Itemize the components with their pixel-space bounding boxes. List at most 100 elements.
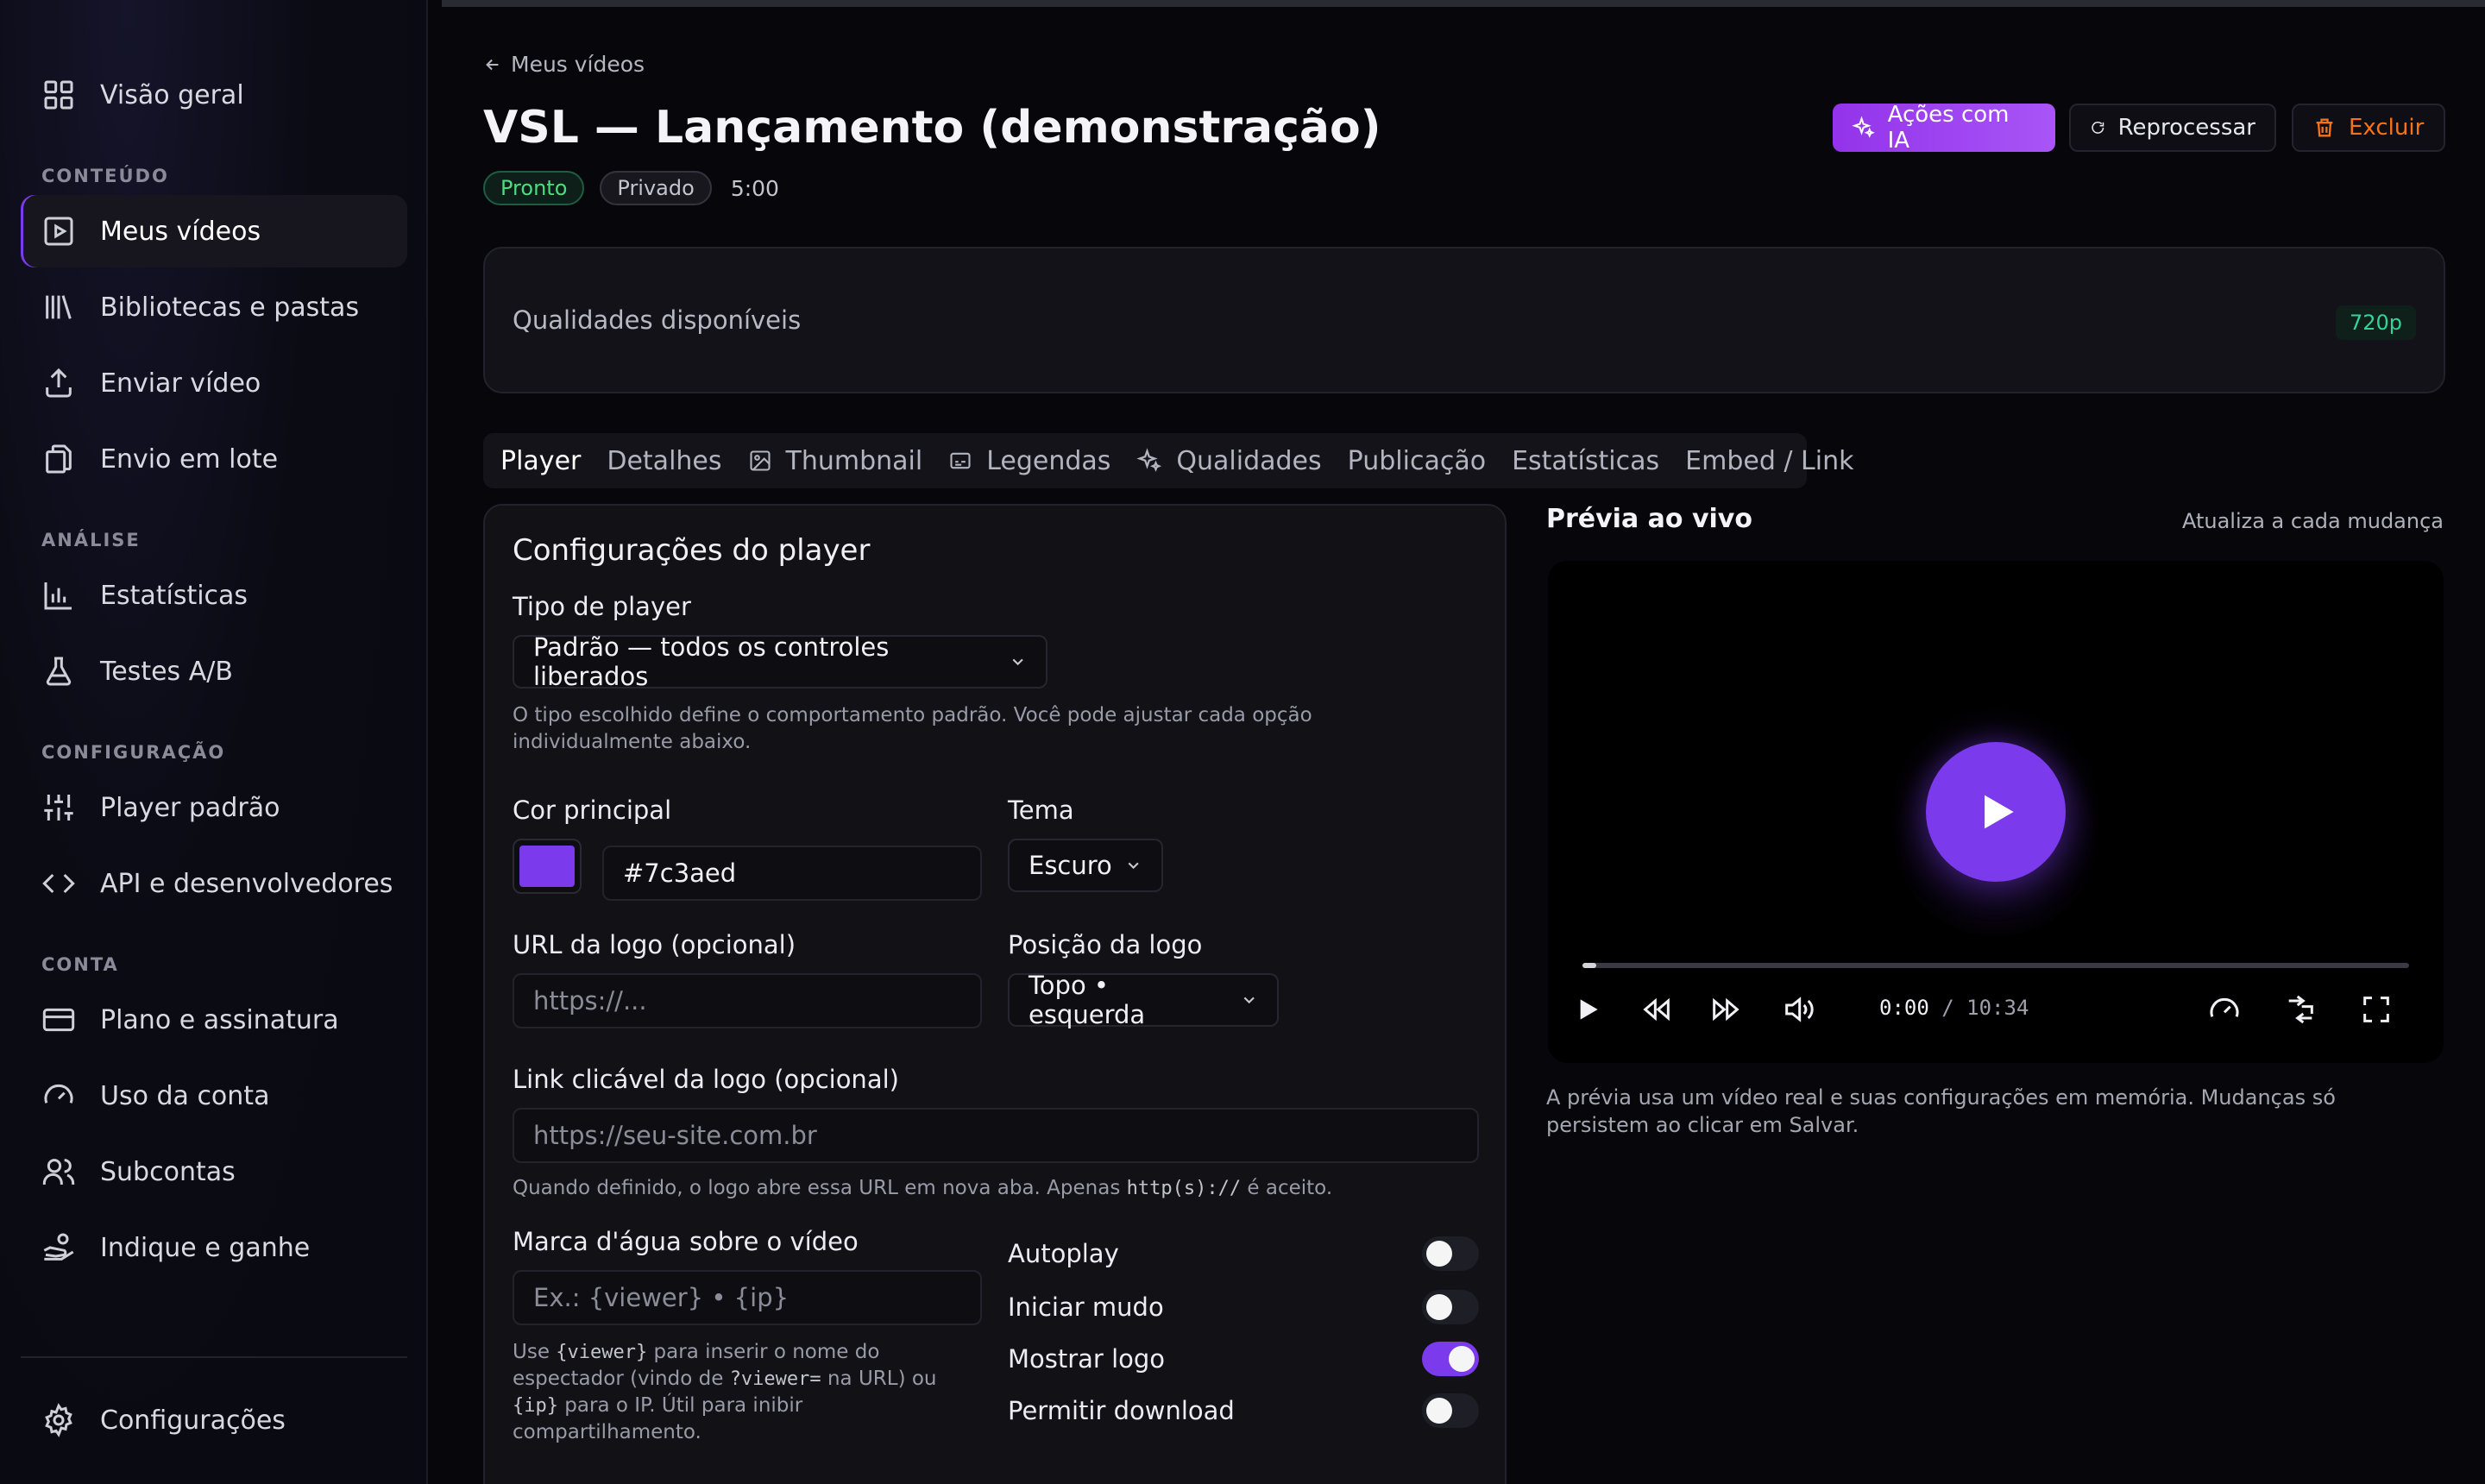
- watermark-input[interactable]: Ex.: {viewer} • {ip}: [513, 1270, 982, 1325]
- sidebar-item-upload[interactable]: Enviar vídeo: [21, 347, 407, 419]
- tab-qualities[interactable]: Qualidades: [1136, 446, 1322, 476]
- player-type-value: Padrão — todos os controles liberados: [533, 632, 890, 691]
- theme-select[interactable]: Escuro: [1008, 839, 1163, 892]
- sidebar-divider: [21, 1356, 407, 1358]
- tab-publishing[interactable]: Publicação: [1348, 446, 1486, 476]
- sidebar-item-subaccounts[interactable]: Subcontas: [21, 1135, 407, 1208]
- speed-control[interactable]: [2207, 992, 2242, 1027]
- sidebar-item-api[interactable]: API e desenvolvedores: [21, 847, 407, 920]
- play-control[interactable]: [1570, 992, 1605, 1027]
- tab-label: Thumbnail: [785, 445, 923, 476]
- forward-control[interactable]: [1708, 992, 1743, 1027]
- watermark-label: Marca d'água sobre o vídeo: [513, 1227, 859, 1256]
- sidebar-item-default-player[interactable]: Player padrão: [21, 771, 407, 844]
- tab-label: Legendas: [986, 445, 1111, 476]
- flask-icon: [41, 654, 76, 689]
- player-settings-card: Configurações do player Tipo de player P…: [483, 504, 1507, 1484]
- ai-actions-button[interactable]: Ações com IA: [1833, 102, 2055, 154]
- tab-statistics[interactable]: Estatísticas: [1512, 446, 1659, 476]
- chevron-down-icon: [1128, 862, 1139, 870]
- trash-icon: [2316, 118, 2333, 137]
- sidebar-item-label: Subcontas: [100, 1156, 236, 1187]
- color-swatch[interactable]: [513, 839, 582, 894]
- time-total: 10:34: [1966, 996, 2029, 1020]
- rewind-control[interactable]: [1639, 992, 1674, 1027]
- logo-link-input[interactable]: https://seu-site.com.br: [513, 1108, 1479, 1163]
- theme-label: Tema: [1008, 795, 1074, 825]
- sidebar-item-libraries[interactable]: Bibliotecas e pastas: [21, 271, 407, 343]
- fullscreen-control[interactable]: [2359, 992, 2394, 1027]
- sidebar-item-label: Visão geral: [100, 79, 244, 110]
- sidebar-item-label: API e desenvolvedores: [100, 868, 393, 899]
- reprocess-label: Reprocessar: [2117, 115, 2255, 141]
- toggle-label: Iniciar mudo: [1008, 1292, 1164, 1322]
- help-code: http(s)://: [1126, 1178, 1242, 1199]
- sidebar-item-ab-tests[interactable]: Testes A/B: [21, 635, 407, 707]
- help-text: Quando definido, o logo abre essa URL em…: [513, 1177, 1127, 1199]
- logo-link-placeholder: https://seu-site.com.br: [533, 1121, 817, 1150]
- quality-control[interactable]: [2283, 992, 2318, 1027]
- logo-url-input[interactable]: https://...: [513, 973, 982, 1028]
- preview-title: Prévia ao vivo: [1546, 504, 1752, 534]
- quality-badge: 720p: [2335, 305, 2416, 340]
- top-divider: [442, 0, 2485, 7]
- start-muted-switch[interactable]: [1422, 1290, 1479, 1324]
- sidebar-item-plan[interactable]: Plano e assinatura: [21, 984, 407, 1056]
- sidebar-item-referral[interactable]: Indique e ganhe: [21, 1211, 407, 1284]
- breadcrumb[interactable]: Meus vídeos: [483, 52, 645, 77]
- video-meta: Pronto Privado 5:00: [483, 171, 779, 205]
- sidebar-item-stats[interactable]: Estatísticas: [21, 559, 407, 632]
- gauge-icon: [2210, 997, 2239, 1017]
- sidebar-item-overview[interactable]: Visão geral: [21, 59, 407, 131]
- hand-coins-icon: [41, 1230, 76, 1265]
- qualities-label: Qualidades disponíveis: [513, 305, 802, 335]
- logo-position-select[interactable]: Topo • esquerda: [1008, 971, 1279, 1029]
- volume-control[interactable]: [1781, 992, 1815, 1027]
- sidebar-item-label: Envio em lote: [100, 443, 279, 475]
- tab-label: Player: [500, 445, 582, 476]
- tab-subtitles[interactable]: Legendas: [948, 446, 1110, 476]
- allow-download-switch[interactable]: [1422, 1393, 1479, 1428]
- logo-url-label: URL da logo (opcional): [513, 930, 796, 959]
- refresh-icon: [2092, 122, 2104, 134]
- sidebar-item-settings[interactable]: Configurações: [21, 1384, 407, 1456]
- code-icon: [41, 866, 76, 901]
- video-player[interactable]: 0:00 / 10:34: [1548, 561, 2444, 1063]
- tab-details[interactable]: Detalhes: [607, 446, 721, 476]
- status-badge: Pronto: [483, 171, 585, 205]
- breadcrumb-label: Meus vídeos: [511, 52, 645, 77]
- chevron-down-icon: [1243, 997, 1255, 1004]
- theme-value: Escuro: [1029, 851, 1112, 880]
- player-type-select[interactable]: Padrão — todos os controles liberados: [513, 632, 1047, 691]
- delete-button[interactable]: Excluir: [2292, 104, 2445, 152]
- sidebar-item-my-videos[interactable]: Meus vídeos: [21, 195, 407, 267]
- logo-link-help: Quando definido, o logo abre essa URL em…: [513, 1175, 1479, 1202]
- sidebar-item-label: Plano e assinatura: [100, 1004, 339, 1035]
- progress-bar[interactable]: [1582, 963, 2409, 968]
- tab-player[interactable]: Player: [500, 446, 581, 476]
- qualities-card: Qualidades disponíveis 720p: [483, 247, 2445, 393]
- settings-title: Configurações do player: [513, 533, 871, 568]
- sidebar-item-usage[interactable]: Uso da conta: [21, 1060, 407, 1132]
- tab-label: Detalhes: [607, 445, 722, 476]
- play-button-large[interactable]: [1926, 742, 2066, 882]
- sparkles-icon: [1136, 448, 1162, 472]
- time-display: 0:00 / 10:34: [1879, 996, 2029, 1020]
- autoplay-switch[interactable]: [1422, 1236, 1479, 1271]
- sidebar-item-label: Estatísticas: [100, 580, 248, 611]
- tab-thumbnail[interactable]: Thumbnail: [748, 445, 923, 476]
- preview-help: A prévia usa um vídeo real e suas config…: [1546, 1085, 2336, 1137]
- tab-embed[interactable]: Embed / Link: [1685, 446, 1853, 476]
- logo-url-placeholder: https://...: [533, 986, 647, 1016]
- sidebar-item-batch[interactable]: Envio em lote: [21, 423, 407, 495]
- color-input[interactable]: #7c3aed: [602, 846, 982, 901]
- credit-card-icon: [41, 1003, 76, 1037]
- sidebar-item-label: Enviar vídeo: [100, 368, 261, 399]
- show-logo-switch[interactable]: [1422, 1342, 1479, 1376]
- sidebar-item-label: Meus vídeos: [100, 216, 261, 247]
- reprocess-button[interactable]: Reprocessar: [2069, 104, 2276, 152]
- bar-chart-icon: [41, 578, 76, 613]
- help-code: {viewer}: [556, 1342, 648, 1363]
- watermark-placeholder: Ex.: {viewer} • {ip}: [533, 1283, 790, 1312]
- gear-icon: [41, 1403, 76, 1437]
